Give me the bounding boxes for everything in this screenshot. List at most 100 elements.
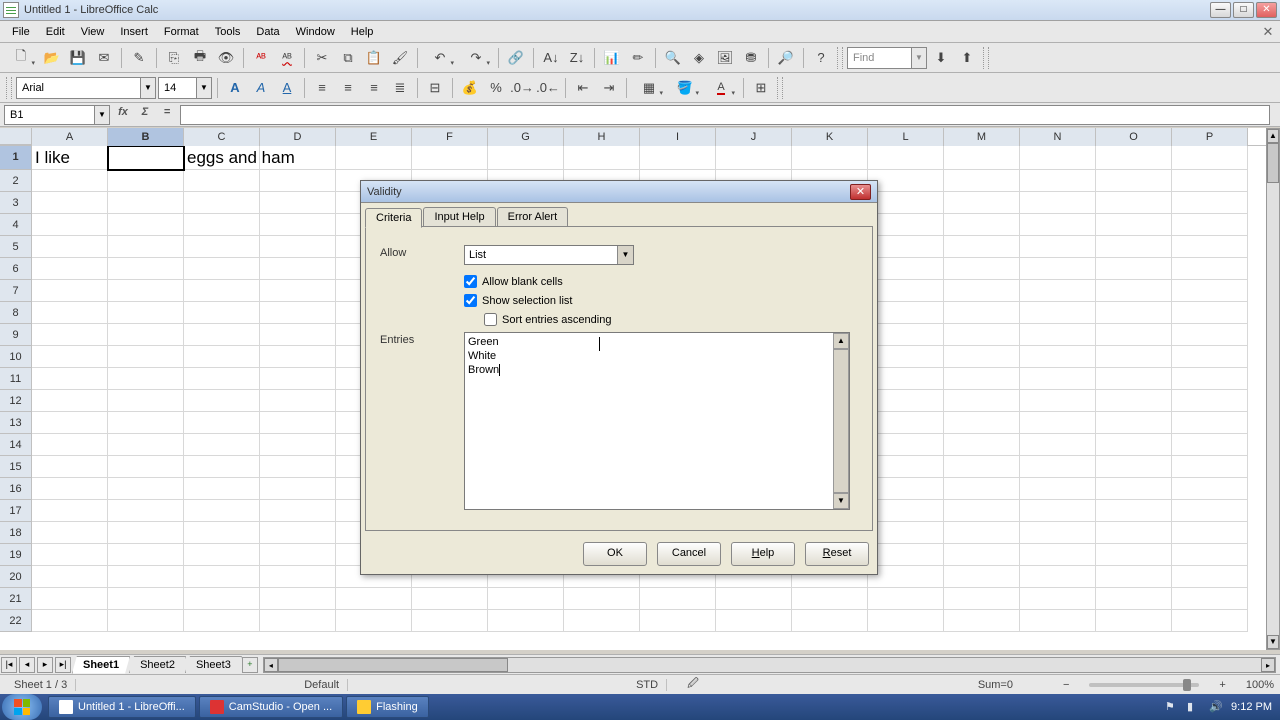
- cell-P11[interactable]: [1172, 368, 1248, 390]
- print-button[interactable]: 🖶: [188, 46, 212, 70]
- cell-O8[interactable]: [1096, 302, 1172, 324]
- cell-M1[interactable]: [944, 146, 1020, 170]
- col-head-F[interactable]: F: [412, 128, 488, 146]
- show-draw-button[interactable]: ✏: [626, 46, 650, 70]
- tab-error-alert[interactable]: Error Alert: [497, 207, 569, 227]
- zoom-value[interactable]: 100%: [1246, 679, 1274, 691]
- function-wizard-button[interactable]: fx: [114, 106, 132, 124]
- cell-M22[interactable]: [944, 610, 1020, 632]
- font-size-combo[interactable]: 14▼: [158, 77, 212, 99]
- menu-insert[interactable]: Insert: [112, 24, 156, 40]
- cell-O20[interactable]: [1096, 566, 1172, 588]
- col-head-C[interactable]: C: [184, 128, 260, 146]
- cell-A12[interactable]: [32, 390, 108, 412]
- cell-N1[interactable]: [1020, 146, 1096, 170]
- find-replace-button[interactable]: 🔍: [661, 46, 685, 70]
- cell-A5[interactable]: [32, 236, 108, 258]
- cell-L13[interactable]: [868, 412, 944, 434]
- cell-M20[interactable]: [944, 566, 1020, 588]
- cell-P5[interactable]: [1172, 236, 1248, 258]
- select-all-corner[interactable]: [0, 128, 32, 145]
- cell-D22[interactable]: [260, 610, 336, 632]
- tab-input-help[interactable]: Input Help: [423, 207, 495, 227]
- cell-N21[interactable]: [1020, 588, 1096, 610]
- cell-A11[interactable]: [32, 368, 108, 390]
- cell-P14[interactable]: [1172, 434, 1248, 456]
- cell-N22[interactable]: [1020, 610, 1096, 632]
- cell-C18[interactable]: [184, 522, 260, 544]
- cell-A2[interactable]: [32, 170, 108, 192]
- font-name-combo[interactable]: Arial▼: [16, 77, 156, 99]
- name-box[interactable]: B1▼: [4, 105, 110, 125]
- cell-C3[interactable]: [184, 192, 260, 214]
- cell-B15[interactable]: [108, 456, 184, 478]
- italic-button[interactable]: A: [249, 76, 273, 100]
- percent-button[interactable]: %: [484, 76, 508, 100]
- cell-N11[interactable]: [1020, 368, 1096, 390]
- copy-button[interactable]: ⧉: [336, 46, 360, 70]
- col-head-H[interactable]: H: [564, 128, 640, 146]
- email-button[interactable]: ✉: [92, 46, 116, 70]
- cell-D7[interactable]: [260, 280, 336, 302]
- cell-L10[interactable]: [868, 346, 944, 368]
- increase-indent-button[interactable]: ⇥: [597, 76, 621, 100]
- cell-F1[interactable]: [412, 146, 488, 170]
- cell-M13[interactable]: [944, 412, 1020, 434]
- cell-B19[interactable]: [108, 544, 184, 566]
- cell-L12[interactable]: [868, 390, 944, 412]
- cell-N14[interactable]: [1020, 434, 1096, 456]
- cell-A8[interactable]: [32, 302, 108, 324]
- cell-O22[interactable]: [1096, 610, 1172, 632]
- menu-window[interactable]: Window: [288, 24, 343, 40]
- cell-G21[interactable]: [488, 588, 564, 610]
- sort-desc-button[interactable]: Z↓: [565, 46, 589, 70]
- chart-button[interactable]: 📊: [600, 46, 624, 70]
- cell-O4[interactable]: [1096, 214, 1172, 236]
- cell-P16[interactable]: [1172, 478, 1248, 500]
- row-head-9[interactable]: 9: [0, 324, 32, 346]
- cell-A6[interactable]: [32, 258, 108, 280]
- cell-D2[interactable]: [260, 170, 336, 192]
- menu-help[interactable]: Help: [343, 24, 382, 40]
- tray-volume-icon[interactable]: 🔊: [1209, 700, 1223, 714]
- reset-button[interactable]: Reset: [805, 542, 869, 566]
- status-sum[interactable]: Sum=0: [978, 679, 1013, 691]
- allow-blank-input[interactable]: [464, 275, 477, 288]
- row-head-22[interactable]: 22: [0, 610, 32, 632]
- cell-J22[interactable]: [716, 610, 792, 632]
- navigator-button[interactable]: ◈: [687, 46, 711, 70]
- cell-D9[interactable]: [260, 324, 336, 346]
- ok-button[interactable]: OK: [583, 542, 647, 566]
- status-mode[interactable]: STD: [628, 679, 667, 691]
- allow-select[interactable]: List ▼: [464, 245, 634, 265]
- sort-asc-button[interactable]: A↓: [539, 46, 563, 70]
- gridlines-button[interactable]: ⊞: [749, 76, 773, 100]
- cell-C7[interactable]: [184, 280, 260, 302]
- cell-B21[interactable]: [108, 588, 184, 610]
- cell-O18[interactable]: [1096, 522, 1172, 544]
- cell-M8[interactable]: [944, 302, 1020, 324]
- tab-criteria[interactable]: Criteria: [365, 208, 422, 228]
- row-head-21[interactable]: 21: [0, 588, 32, 610]
- cut-button[interactable]: ✂: [310, 46, 334, 70]
- cell-N13[interactable]: [1020, 412, 1096, 434]
- cell-N4[interactable]: [1020, 214, 1096, 236]
- cell-I21[interactable]: [640, 588, 716, 610]
- cell-B20[interactable]: [108, 566, 184, 588]
- cell-A21[interactable]: [32, 588, 108, 610]
- cell-D17[interactable]: [260, 500, 336, 522]
- cell-P13[interactable]: [1172, 412, 1248, 434]
- cell-B8[interactable]: [108, 302, 184, 324]
- dialog-titlebar[interactable]: Validity ✕: [361, 181, 877, 203]
- taskbar-item-flashing[interactable]: Flashing: [346, 696, 429, 718]
- sheet-tab-2[interactable]: Sheet2: [129, 656, 186, 673]
- cell-P6[interactable]: [1172, 258, 1248, 280]
- open-button[interactable]: 📂: [40, 46, 64, 70]
- cell-B3[interactable]: [108, 192, 184, 214]
- tab-next-button[interactable]: ▸: [37, 657, 53, 673]
- cell-B2[interactable]: [108, 170, 184, 192]
- cell-N19[interactable]: [1020, 544, 1096, 566]
- tab-last-button[interactable]: ▸|: [55, 657, 71, 673]
- cell-H1[interactable]: [564, 146, 640, 170]
- print-preview-button[interactable]: 👁: [214, 46, 238, 70]
